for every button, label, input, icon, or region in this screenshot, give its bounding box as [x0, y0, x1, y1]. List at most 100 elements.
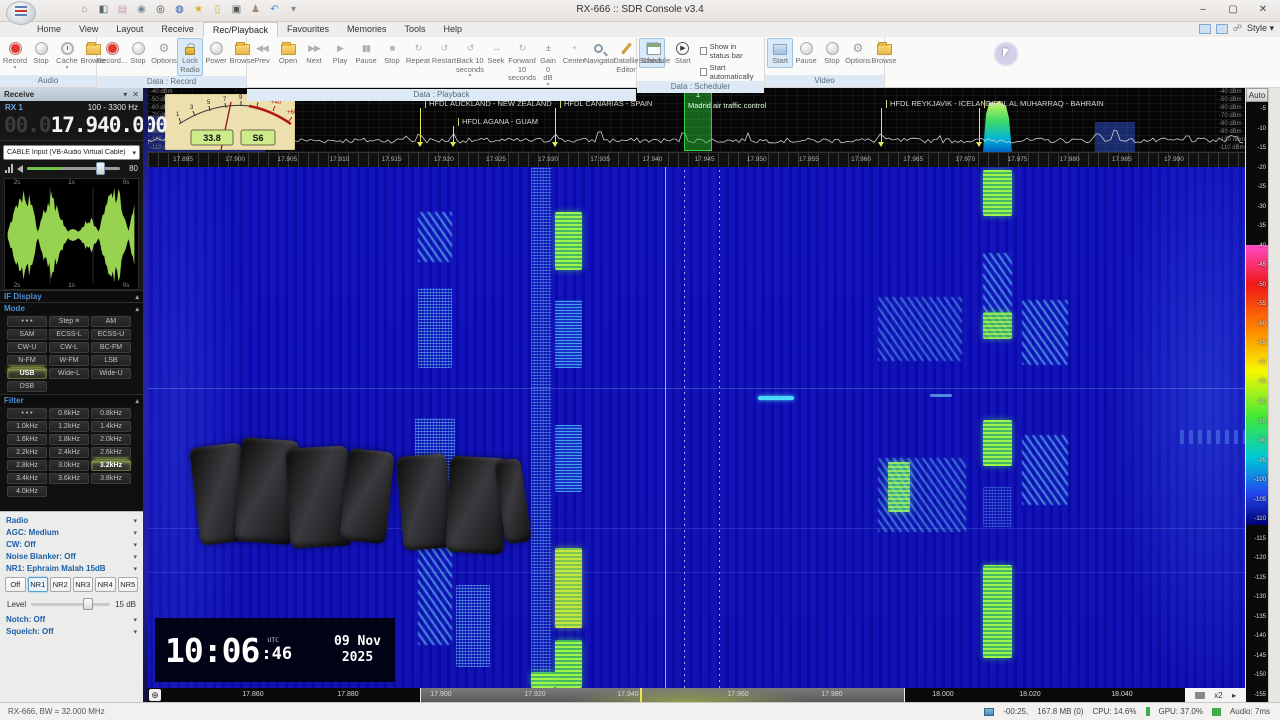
- minimize-button[interactable]: –: [1188, 0, 1218, 20]
- mode-button-9[interactable]: N-FM: [7, 355, 47, 366]
- filter-button-3[interactable]: 1.0kHz: [7, 421, 47, 432]
- auto-button[interactable]: Auto: [1246, 88, 1268, 102]
- waterfall-color-legend[interactable]: Auto -5 -10 -15 -20 -25 -30 -35 -40 -45 -50 -55 -60…: [1246, 88, 1268, 702]
- show-in-status-bar-checkbox[interactable]: Show in status bar: [699, 42, 758, 60]
- radio-header[interactable]: Radio ▾: [0, 514, 143, 526]
- menu-tab-6[interactable]: Memories: [338, 22, 396, 37]
- playback-repeat-button[interactable]: ↻ Repeat: [405, 38, 431, 68]
- if-display-header[interactable]: IF Display ▴: [0, 290, 143, 302]
- filter-button-6[interactable]: 1.6kHz: [7, 434, 47, 445]
- playback-prev-button[interactable]: ◀◀ Prev: [249, 38, 275, 68]
- lock-radio-button[interactable]: Lock Radio: [177, 38, 203, 77]
- playback-play-button[interactable]: ▶ Play: [327, 38, 353, 68]
- seek-button[interactable]: ↔ Seek: [483, 38, 509, 68]
- record-data-button[interactable]: Record...: [97, 38, 127, 68]
- audio-device-select[interactable]: CABLE Input (VB-Audio Virtual Cable) ▾: [3, 145, 140, 160]
- mode-button-5[interactable]: ECSS-U: [91, 329, 131, 340]
- spectrum-frequency-scale[interactable]: 17.895 17.900 17.905 17.910 17.915 17.920 17.9…: [148, 152, 1245, 167]
- nr-button-3[interactable]: NR3: [72, 577, 93, 592]
- filter-button-2[interactable]: 0.8kHz: [91, 408, 131, 419]
- gain-button[interactable]: ± Gain 0 dB ▾: [535, 38, 561, 89]
- layout-window-icon-2[interactable]: [1215, 23, 1228, 34]
- receive-panel-header[interactable]: Receive ▾ ✕: [0, 88, 143, 101]
- filter-button-8[interactable]: 2.0kHz: [91, 434, 131, 445]
- menu-tab-2[interactable]: Layout: [107, 22, 152, 37]
- monitor-icon[interactable]: [1194, 691, 1205, 699]
- mode-button-7[interactable]: CW-L: [49, 342, 89, 353]
- filter-button-18[interactable]: 4.0kHz: [7, 486, 47, 497]
- playback-next-button[interactable]: ▶▶ Next: [301, 38, 327, 68]
- close-button[interactable]: ✕: [1248, 0, 1278, 20]
- mode-button-8[interactable]: BC-FM: [91, 342, 131, 353]
- collapse-icon[interactable]: ▾: [123, 90, 127, 99]
- mode-button-1[interactable]: Step ≡: [49, 316, 89, 327]
- start-automatically-checkbox[interactable]: Start automatically: [699, 63, 758, 81]
- video-stop-button[interactable]: Stop: [819, 38, 845, 68]
- scheduler-start-button[interactable]: ▶ Start: [670, 38, 696, 68]
- record-stop-button[interactable]: Stop: [125, 38, 151, 68]
- agc-row[interactable]: AGC: Medium ▾: [0, 526, 143, 538]
- notch-row[interactable]: Notch: Off ▾: [0, 613, 143, 625]
- volume-slider-thumb[interactable]: [95, 162, 105, 175]
- nr-button-0[interactable]: Off: [5, 577, 26, 592]
- audio-record-button[interactable]: Record ▾: [2, 38, 28, 72]
- menu-tab-5[interactable]: Favourites: [278, 22, 338, 37]
- filter-button-5[interactable]: 1.4kHz: [91, 421, 131, 432]
- video-start-button[interactable]: Start: [767, 38, 793, 68]
- filter-button-14[interactable]: 3.2kHz: [91, 460, 131, 471]
- mode-button-3[interactable]: SAM: [7, 329, 47, 340]
- mode-button-11[interactable]: LSB: [91, 355, 131, 366]
- mode-button-13[interactable]: Wide-L: [49, 368, 89, 379]
- audio-cache-button[interactable]: Cache ▾: [54, 38, 80, 72]
- mode-button-0[interactable]: • • •: [7, 316, 47, 327]
- pin-icon[interactable]: ☍: [1233, 23, 1242, 34]
- nr-button-2[interactable]: NR2: [50, 577, 71, 592]
- nr1-row[interactable]: NR1: Ephraim Malah 15dB ▾: [0, 562, 143, 574]
- waterfall-frequency-scale[interactable]: ⊕ 17.860 17.880 17.900 17.920 17.940 17.…: [148, 688, 1185, 702]
- filter-button-12[interactable]: 2.8kHz: [7, 460, 47, 471]
- playback-stop-button[interactable]: ■ Stop: [379, 38, 405, 68]
- forward-10-seconds-button[interactable]: ↻ Forward 10 seconds: [508, 38, 536, 85]
- filter-button-10[interactable]: 2.4kHz: [49, 447, 89, 458]
- filter-button-9[interactable]: 2.2kHz: [7, 447, 47, 458]
- filter-header[interactable]: Filter ▴: [0, 394, 143, 406]
- menu-tab-0[interactable]: Home: [28, 22, 70, 37]
- waterfall-display[interactable]: [148, 167, 1245, 688]
- back-10-seconds-button[interactable]: ↺ Back 10 seconds ▾: [456, 38, 484, 80]
- menu-tab-7[interactable]: Tools: [396, 22, 435, 37]
- scheduler-band[interactable]: 1: [684, 88, 712, 151]
- playback-pause-button[interactable]: ▮▮ Pause: [353, 38, 379, 68]
- video-options-button[interactable]: ⚙ Options: [845, 38, 871, 68]
- video-pause-button[interactable]: Pause: [793, 38, 819, 68]
- play-small-icon[interactable]: ▸: [1232, 691, 1236, 700]
- close-icon[interactable]: ✕: [132, 90, 139, 99]
- record-options-button[interactable]: ⚙ Options: [151, 38, 177, 68]
- zoom-level[interactable]: x2: [1214, 691, 1222, 700]
- squelch-row[interactable]: Squelch: Off ▾: [0, 625, 143, 637]
- mode-header[interactable]: Mode ▴: [0, 302, 143, 314]
- maximize-button[interactable]: ▢: [1218, 0, 1248, 20]
- schedule-button[interactable]: Schedule: [639, 38, 670, 68]
- mode-button-10[interactable]: W-FM: [49, 355, 89, 366]
- panel-splitter[interactable]: [143, 88, 148, 702]
- playback-open-button[interactable]: Open: [275, 38, 301, 68]
- filter-button-15[interactable]: 3.4kHz: [7, 473, 47, 484]
- nr-button-1[interactable]: NR1: [27, 577, 48, 592]
- nr-button-4[interactable]: NR4: [95, 577, 116, 592]
- noise-blanker-row[interactable]: Noise Blanker: Off ▾: [0, 550, 143, 562]
- mode-button-12[interactable]: USB: [7, 368, 47, 379]
- menu-tab-8[interactable]: Help: [435, 22, 472, 37]
- volume-slider[interactable]: [27, 162, 120, 175]
- audio-stop-button[interactable]: Stop: [28, 38, 54, 68]
- nr-button-5[interactable]: NR5: [117, 577, 138, 592]
- navigator-button[interactable]: Navigator: [584, 38, 616, 68]
- menu-tab-4[interactable]: Rec/Playback: [202, 22, 278, 37]
- filter-button-13[interactable]: 3.0kHz: [49, 460, 89, 471]
- mode-button-15[interactable]: DSB: [7, 381, 47, 392]
- filter-button-1[interactable]: 0.6kHz: [49, 408, 89, 419]
- filter-button-0[interactable]: • • •: [7, 408, 47, 419]
- mode-button-2[interactable]: AM: [91, 316, 131, 327]
- power-button[interactable]: Power: [203, 38, 229, 68]
- datafile-editor-button[interactable]: Datafile Editor: [613, 38, 639, 76]
- playback-restart-button[interactable]: ↺ Restart: [431, 38, 457, 68]
